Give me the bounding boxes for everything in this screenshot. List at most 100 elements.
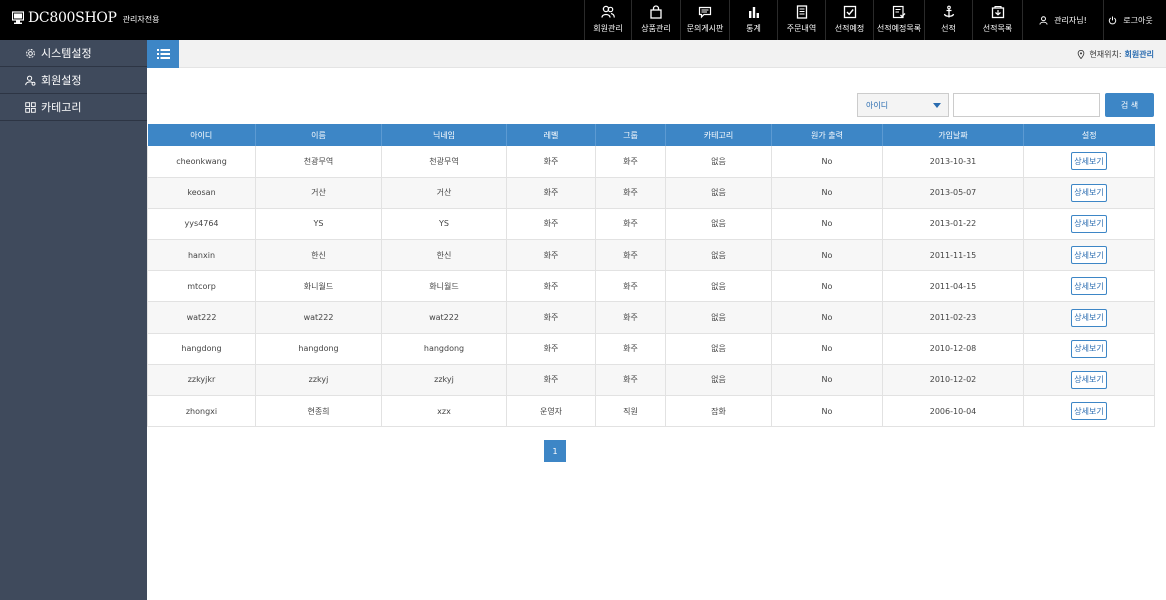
menu-toggle-button[interactable] — [147, 40, 179, 68]
pagination-page-1[interactable]: 1 — [544, 440, 566, 462]
cell-nickname: 천광무역 — [381, 146, 507, 178]
nav-label: 선적예정 — [834, 24, 865, 33]
cell-category: 없음 — [665, 146, 772, 178]
search-field-select[interactable]: 아이디 — [857, 93, 949, 117]
cell-group: 화주 — [595, 301, 666, 334]
sidebar-item-category[interactable]: 카테고리 — [0, 94, 147, 121]
nav-item-members[interactable]: 회원관리 — [584, 0, 631, 40]
cell-id: hanxin — [147, 239, 256, 272]
cell-join-date: 2010-12-02 — [882, 364, 1024, 397]
detail-button[interactable]: 상세보기 — [1071, 246, 1107, 265]
detail-button[interactable]: 상세보기 — [1071, 214, 1107, 233]
cell-settings: 상세보기 — [1023, 301, 1155, 334]
column-header: 닉네임 — [381, 124, 507, 146]
grid-icon — [25, 101, 36, 113]
document-icon — [796, 5, 807, 19]
nav-label: 회원관리 — [593, 24, 623, 33]
cell-name: 현종희 — [255, 395, 382, 428]
cell-id: zzkyjkr — [147, 364, 256, 397]
nav-item-orders[interactable]: 주문내역 — [777, 0, 825, 40]
column-header: 카테고리 — [665, 124, 772, 146]
nav-item-shipping-scheduled[interactable]: 선적예정 — [825, 0, 873, 40]
cell-category: 없음 — [665, 270, 772, 303]
cell-name: 거산 — [255, 177, 382, 209]
checkbox-icon — [843, 5, 856, 19]
nav-label: 상품관리 — [641, 24, 671, 33]
gear-icon — [26, 48, 35, 58]
brand-subtitle: 관리자전용 — [122, 15, 160, 24]
column-header: 레벨 — [506, 124, 596, 146]
cell-id: cheonkwang — [147, 146, 256, 178]
table-header-row: 아이디 이름 닉네임 레벨 그룹 카테고리 원가 출력 가입날짜 설정 — [147, 124, 1155, 146]
nav-item-inquiry-board[interactable]: 문의게시판 — [680, 0, 729, 40]
cell-nickname: wat222 — [381, 301, 507, 334]
cell-cost-output: No — [771, 364, 883, 397]
search-button[interactable]: 검 색 — [1105, 93, 1154, 117]
cell-cost-output: No — [771, 333, 883, 365]
cell-id: hangdong — [147, 333, 256, 365]
detail-button[interactable]: 상세보기 — [1071, 370, 1107, 389]
cell-id: wat222 — [147, 301, 256, 334]
cell-group: 직원 — [595, 395, 666, 428]
detail-button[interactable]: 상세보기 — [1071, 308, 1107, 327]
nav-label: 문의게시판 — [686, 24, 724, 33]
detail-button[interactable]: 상세보기 — [1071, 183, 1107, 202]
monitor-logo-icon — [12, 11, 24, 24]
table-row: hanxin 한신 한신 화주 화주 없음 No 2011-11-15 상세보기 — [147, 239, 1155, 272]
cell-cost-output: No — [771, 239, 883, 272]
detail-button[interactable]: 상세보기 — [1071, 339, 1107, 358]
detail-button[interactable]: 상세보기 — [1071, 402, 1107, 421]
detail-button[interactable]: 상세보기 — [1071, 277, 1107, 296]
list-check-icon — [892, 5, 906, 19]
cell-level: 운영자 — [506, 395, 596, 428]
cell-cost-output: No — [771, 146, 883, 178]
brand[interactable]: DC800SHOP 관리자전용 — [12, 10, 159, 26]
cell-join-date: 2011-11-15 — [882, 239, 1024, 272]
cell-name: zzkyj — [255, 364, 382, 397]
cell-name: wat222 — [255, 301, 382, 334]
caret-down-icon — [933, 103, 941, 108]
cell-name: 한신 — [255, 239, 382, 272]
nav-item-shipping-list[interactable]: 선적목록 — [972, 0, 1022, 40]
anchor-icon — [943, 5, 954, 18]
cell-category: 없음 — [665, 364, 772, 397]
cell-group: 화주 — [595, 146, 666, 178]
cell-join-date: 2010-12-08 — [882, 333, 1024, 365]
sidebar-item-system-settings[interactable]: 시스템설정 — [0, 40, 147, 67]
cell-cost-output: No — [771, 301, 883, 334]
cell-category: 없음 — [665, 177, 772, 209]
detail-button[interactable]: 상세보기 — [1071, 152, 1107, 171]
cell-cost-output: No — [771, 270, 883, 303]
sidebar-item-member-settings[interactable]: 회원설정 — [0, 67, 147, 94]
breadcrumb: 현재위치: 회원관리 — [1077, 49, 1154, 60]
logout-button[interactable]: 로그아웃 — [1103, 0, 1157, 40]
table-row: cheonkwang 천광무역 천광무역 화주 화주 없음 No 2013-10… — [147, 146, 1155, 178]
column-header: 아이디 — [147, 124, 256, 146]
bar-chart-icon — [748, 7, 759, 18]
cell-settings: 상세보기 — [1023, 208, 1155, 241]
nav-label: 통계 — [746, 24, 761, 33]
nav-item-statistics[interactable]: 통계 — [729, 0, 777, 40]
table-row: keosan 거산 거산 화주 화주 없음 No 2013-05-07 상세보기 — [147, 177, 1155, 209]
table-row: yys4764 YS YS 화주 화주 없음 No 2013-01-22 상세보… — [147, 208, 1155, 241]
nav-item-products[interactable]: 상품관리 — [631, 0, 680, 40]
cell-nickname: hangdong — [381, 333, 507, 365]
nav-item-shipping-scheduled-list[interactable]: 선적예정목록 — [873, 0, 924, 40]
cell-category: 없음 — [665, 333, 772, 365]
cell-name: 화니월드 — [255, 270, 382, 303]
nav-user[interactable]: 관리자님! — [1022, 0, 1103, 40]
column-header: 그룹 — [595, 124, 666, 146]
search-input[interactable] — [953, 93, 1100, 117]
breadcrumb-current[interactable]: 회원관리 — [1125, 49, 1154, 60]
cell-settings: 상세보기 — [1023, 239, 1155, 272]
members-table: 아이디 이름 닉네임 레벨 그룹 카테고리 원가 출력 가입날짜 설정 cheo… — [147, 124, 1155, 428]
nav-label: 선적목록 — [982, 24, 1013, 33]
location-pin-icon — [1078, 50, 1085, 59]
cell-category: 잡화 — [665, 395, 772, 428]
cell-category: 없음 — [665, 301, 772, 334]
main-nav: 회원관리 상품관리 문의게시판 통계 주문내역 선적예정 선적예정목록 선적 선… — [584, 0, 1157, 40]
nav-item-shipping[interactable]: 선적 — [924, 0, 972, 40]
nav-label: 선적 — [941, 24, 956, 33]
column-header: 이름 — [255, 124, 382, 146]
cell-nickname: xzx — [381, 395, 507, 428]
